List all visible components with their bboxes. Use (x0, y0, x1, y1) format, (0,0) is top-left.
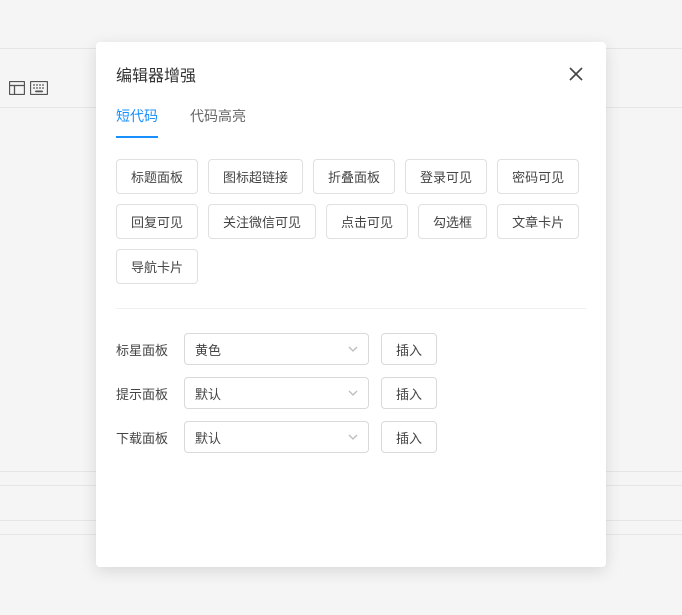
insert-tip-button[interactable]: 插入 (381, 377, 437, 409)
chip-wechat-visible[interactable]: 关注微信可见 (208, 204, 316, 239)
label-star-panel: 标星面板 (116, 340, 172, 359)
tabs: 短代码 代码高亮 (116, 106, 586, 139)
chip-login-visible[interactable]: 登录可见 (405, 159, 487, 194)
label-tip-panel: 提示面板 (116, 384, 172, 403)
layout-icon (8, 79, 26, 97)
insert-star-button[interactable]: 插入 (381, 333, 437, 365)
chip-collapse-panel[interactable]: 折叠面板 (313, 159, 395, 194)
select-download-panel[interactable]: 默认 (184, 421, 369, 453)
tab-shortcode[interactable]: 短代码 (116, 106, 158, 138)
chip-checkbox[interactable]: 勾选框 (418, 204, 487, 239)
row-tip-panel: 提示面板 默认 插入 (116, 377, 586, 409)
chevron-down-icon (348, 390, 358, 396)
bg-toolbar (0, 79, 48, 97)
close-icon (569, 67, 583, 81)
label-download-panel: 下载面板 (116, 428, 172, 447)
insert-download-button[interactable]: 插入 (381, 421, 437, 453)
chip-article-card[interactable]: 文章卡片 (497, 204, 579, 239)
select-star-panel[interactable]: 黄色 (184, 333, 369, 365)
chip-nav-card[interactable]: 导航卡片 (116, 249, 198, 284)
shortcode-chips: 标题面板 图标超链接 折叠面板 登录可见 密码可见 回复可见 关注微信可见 点击… (116, 159, 586, 309)
chip-reply-visible[interactable]: 回复可见 (116, 204, 198, 239)
select-tip-panel[interactable]: 默认 (184, 377, 369, 409)
select-value: 默认 (195, 428, 221, 447)
modal-header: 编辑器增强 (116, 62, 586, 86)
chevron-down-icon (348, 434, 358, 440)
close-button[interactable] (566, 64, 586, 84)
chip-title-panel[interactable]: 标题面板 (116, 159, 198, 194)
select-value: 黄色 (195, 340, 221, 359)
editor-enhance-modal: 编辑器增强 短代码 代码高亮 标题面板 图标超链接 折叠面板 登录可见 密码可见… (96, 42, 606, 567)
chevron-down-icon (348, 346, 358, 352)
chip-password-visible[interactable]: 密码可见 (497, 159, 579, 194)
keyboard-icon (30, 79, 48, 97)
chip-click-visible[interactable]: 点击可见 (326, 204, 408, 239)
modal-title: 编辑器增强 (116, 62, 196, 86)
form-rows: 标星面板 黄色 插入 提示面板 默认 插入 下载面板 默认 (116, 333, 586, 453)
select-value: 默认 (195, 384, 221, 403)
row-star-panel: 标星面板 黄色 插入 (116, 333, 586, 365)
chip-icon-link[interactable]: 图标超链接 (208, 159, 303, 194)
row-download-panel: 下载面板 默认 插入 (116, 421, 586, 453)
tab-code-highlight[interactable]: 代码高亮 (190, 106, 246, 138)
